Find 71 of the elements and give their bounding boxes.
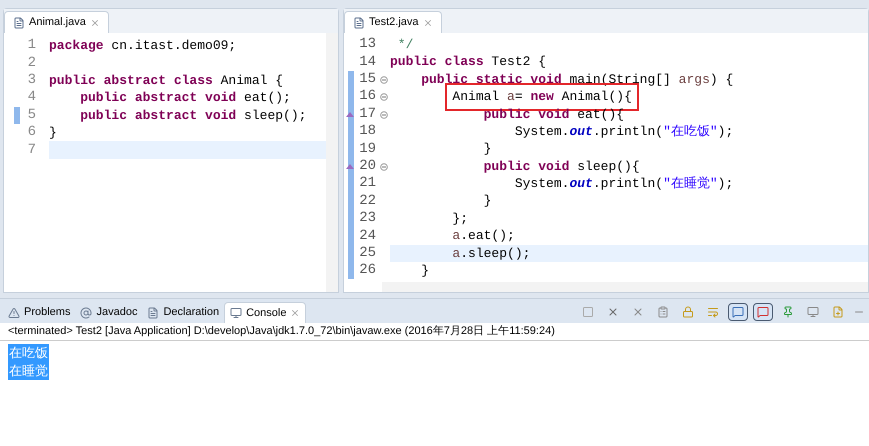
code-line: }: [482, 140, 492, 158]
line-number: 1: [28, 36, 36, 56]
line-number: 16: [359, 87, 376, 106]
line-number: 14: [359, 52, 376, 72]
toolbar-icon: [757, 306, 769, 318]
fold-icon[interactable]: [380, 162, 388, 171]
java-file-icon: [13, 16, 25, 28]
line-number: 26: [359, 261, 376, 280]
code-line: System.out.println("在吃饭");: [514, 122, 734, 140]
code-line: }: [49, 124, 58, 142]
panel-tab[interactable]: Problems: [3, 302, 76, 323]
toolbar-icon: [807, 306, 819, 318]
line-number: 22: [359, 192, 376, 211]
java-file-icon: [353, 16, 365, 28]
code-line: };: [451, 210, 470, 228]
code-line: a.eat();: [451, 227, 516, 245]
line-number: 4: [28, 88, 36, 108]
panel-tab[interactable]: Declaration: [142, 302, 224, 323]
code-line: System.out.println("在睡觉");: [514, 175, 734, 193]
line-number: 18: [359, 122, 376, 142]
code-line: public abstract class Animal {: [49, 72, 284, 90]
close-icon[interactable]: [422, 18, 433, 28]
tab-icon: [230, 307, 242, 319]
line-number: 3: [28, 70, 36, 90]
tab-icon: [147, 306, 160, 318]
line-number: 23: [359, 209, 376, 228]
line-number: 7: [28, 140, 36, 160]
console-status: <terminated> Test2 [Java Application] D:\develop\Java\jdk1.7.0_72\bin\javaw.exe (2016年7月28日 上午11:59:24): [0, 323, 869, 341]
horizontal-scrollbar[interactable]: [382, 282, 868, 292]
fold-icon[interactable]: [380, 76, 388, 84]
toolbar-icon: [682, 306, 694, 318]
code-line: }: [420, 262, 430, 280]
toolbar-icon: [732, 306, 744, 318]
fold-icon[interactable]: [380, 110, 388, 119]
panel-tab[interactable]: Console: [224, 302, 306, 323]
toolbar-icon: [707, 306, 719, 318]
panel-tab[interactable]: Javadoc: [75, 302, 142, 323]
toolbar-icon: [832, 306, 844, 318]
toolbar-icon: [607, 306, 619, 318]
toolbar-icon: [582, 306, 594, 318]
line-number: 6: [28, 123, 36, 142]
close-icon[interactable]: [90, 18, 100, 28]
line-number: 5: [28, 106, 36, 125]
line-number: 13: [359, 35, 376, 54]
code-line: }: [482, 192, 492, 210]
toolbar-icon: [657, 306, 669, 318]
code-line: public void sleep(){: [482, 158, 641, 176]
toolbar-icon: [632, 306, 644, 318]
line-number: 20: [359, 156, 376, 176]
toolbar-button[interactable]: [753, 303, 773, 321]
line-number: 21: [359, 174, 376, 194]
line-number: 24: [359, 226, 376, 246]
toolbar-button[interactable]: [728, 303, 748, 321]
code-line: public abstract void sleep();: [79, 106, 308, 124]
code-line: public class Test2 {: [390, 53, 548, 71]
line-number: 15: [359, 70, 376, 89]
toolbar-icon: [782, 306, 794, 318]
editor-tab[interactable]: Animal.java: [4, 11, 109, 33]
fold-icon[interactable]: [380, 93, 388, 102]
line-number: 25: [359, 244, 376, 263]
code-line: package cn.itast.demo09;: [49, 37, 238, 54]
tab-icon: [8, 306, 20, 318]
editor-tab[interactable]: Test2.java: [344, 11, 442, 33]
close-icon[interactable]: [290, 308, 300, 318]
line-number: 19: [359, 140, 376, 159]
code-line: public abstract void eat();: [79, 89, 292, 107]
code-line: */: [396, 36, 414, 54]
tab-icon: [80, 306, 92, 318]
line-number: 17: [359, 104, 376, 124]
vertical-scrollbar[interactable]: [326, 33, 338, 292]
line-number: 2: [28, 54, 36, 73]
